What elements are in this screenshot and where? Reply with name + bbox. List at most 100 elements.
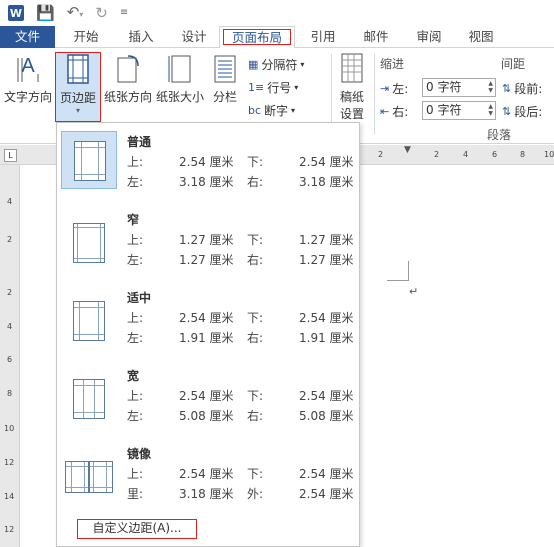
line-numbers-icon: 1≡ [248,81,265,94]
tab-review[interactable]: 审阅 [405,26,453,48]
moderate-margins-icon [73,301,105,341]
preset-value: 2.54 厘米 [299,389,354,403]
margin-preset-mirrored[interactable]: 镜像 上: 2.54 厘米 下: 2.54 厘米 里: 3.18 厘米 外: 2… [57,439,359,515]
preset-value: 5.08 厘米 [179,409,234,423]
margin-corner-marker [387,261,409,281]
tab-home[interactable]: 开始 [62,26,110,48]
preset-label: 右: [247,253,264,267]
indent-marker-icon[interactable]: ▼ [404,145,411,155]
preset-label: 下: [247,389,264,403]
preset-value: 1.91 厘米 [179,331,234,345]
undo-icon[interactable]: ↶▾ [67,4,84,23]
orientation-button[interactable]: 纸张方向 [102,52,154,122]
spacing-after-icon: ⇅ [502,105,512,118]
paragraph-group-label: 段落 [487,128,512,142]
tab-page-layout[interactable]: 页面布局 [219,26,295,49]
draft-settings-label-1: 稿纸 [339,90,364,104]
text-direction-label: 文字方向 [3,90,52,104]
preset-label: 下: [247,233,264,247]
preset-label: 下: [247,467,264,481]
indent-label: 缩进 [380,57,405,71]
ruler-tick: 2 [7,235,13,244]
hyphenation-icon: bc [248,104,262,117]
preset-value: 1.27 厘米 [299,233,354,247]
thumbnail-frame [61,365,117,423]
ruler-tick: 12 [4,458,15,467]
preset-name: 镜像 [127,447,152,461]
breaks-button[interactable]: ▦ 分隔符 ▾ [248,56,304,73]
preset-label: 上: [127,233,144,247]
preset-value: 3.18 厘米 [179,487,234,501]
margins-icon [64,53,92,85]
line-numbers-button[interactable]: 1≡ 行号 ▾ [248,79,298,96]
ribbon-separator [374,54,375,134]
orientation-label: 纸张方向 [103,90,152,104]
ruler-tick: 8 [7,389,13,398]
tab-view[interactable]: 视图 [457,26,505,48]
custom-margins-button[interactable]: 自定义边距(A)... [77,519,197,539]
margins-button[interactable]: 页边距 ▾ [55,52,101,122]
line-numbers-label: 行号 [267,81,292,95]
ruler-tick: 8 [520,150,526,159]
spinner-arrows-icon[interactable]: ▲ ▼ [488,80,493,94]
tab-mailings[interactable]: 邮件 [352,26,400,48]
customize-icon[interactable]: ≡ [120,5,128,21]
preset-label: 里: [127,487,144,501]
orientation-icon [114,52,142,84]
tab-references[interactable]: 引用 [299,26,347,48]
hyphenation-button[interactable]: bc 断字 ▾ [248,102,295,119]
columns-button[interactable]: 分栏 [207,52,243,122]
margin-preset-normal[interactable]: 普通 上: 2.54 厘米 下: 2.54 厘米 左: 3.18 厘米 右: 3… [57,127,359,203]
spinner-arrows-icon[interactable]: ▲ ▼ [488,103,493,117]
columns-label: 分栏 [212,90,237,104]
margin-preset-moderate[interactable]: 适中 上: 2.54 厘米 下: 2.54 厘米 左: 1.91 厘米 右: 1… [57,283,359,359]
tab-insert[interactable]: 插入 [117,26,165,48]
preset-value: 2.54 厘米 [179,389,234,403]
tab-highlight-box [223,29,291,45]
indent-right-value: 0 字符 [426,103,462,117]
size-icon [166,52,194,84]
preset-name: 普通 [127,135,152,149]
draft-settings-button[interactable]: 稿纸 设置 [334,52,370,122]
preset-label: 左: [127,253,144,267]
narrow-margins-icon [73,223,105,263]
ruler-tick: 2 [434,150,440,159]
preset-value: 1.91 厘米 [299,331,354,345]
margin-preset-narrow[interactable]: 窄 上: 1.27 厘米 下: 1.27 厘米 左: 1.27 厘米 右: 1.… [57,205,359,281]
preset-value: 2.54 厘米 [299,155,354,169]
ruler-tick: 10 [544,150,554,159]
indent-right-input[interactable]: 0 字符 ▲ ▼ [422,101,496,120]
size-label: 纸张大小 [155,90,204,104]
normal-margins-icon [74,141,106,181]
redo-icon[interactable]: ↻ [95,5,108,21]
preset-value: 2.54 厘米 [179,311,234,325]
tab-file[interactable]: 文件 [0,26,55,48]
preset-label: 右: [247,409,264,423]
tab-design[interactable]: 设计 [170,26,218,48]
spacing-before-icon: ⇅ [502,82,512,95]
margin-preset-wide[interactable]: 宽 上: 2.54 厘米 下: 2.54 厘米 左: 5.08 厘米 右: 5.… [57,361,359,437]
size-button[interactable]: 纸张大小 [155,52,205,122]
preset-value: 2.54 厘米 [179,467,234,481]
preset-value: 3.18 厘米 [179,175,234,189]
tab-selector[interactable]: L [4,149,17,162]
preset-label: 右: [247,331,264,345]
ruler-tick: 4 [7,197,13,206]
indent-left-input[interactable]: 0 字符 ▲ ▼ [422,78,496,97]
save-icon[interactable]: 💾 [36,5,55,21]
document-page[interactable]: ↵ [355,165,554,547]
vertical-ruler[interactable]: 4 2 2 4 6 8 10 12 14 12 [0,165,20,547]
preset-label: 上: [127,389,144,403]
mirrored-margins-right-icon [89,461,113,493]
ruler-tick: 6 [7,355,13,364]
ruler-tick: 4 [7,322,13,331]
columns-icon [211,52,239,84]
preset-value: 3.18 厘米 [299,175,354,189]
text-direction-button[interactable]: A 文字方向 [2,52,54,122]
preset-label: 左: [127,409,144,423]
paragraph-mark: ↵ [409,285,419,298]
mirrored-margins-left-icon [65,461,89,493]
ruler-tick: 6 [492,150,498,159]
preset-name: 宽 [127,369,140,383]
preset-value: 5.08 厘米 [299,409,354,423]
